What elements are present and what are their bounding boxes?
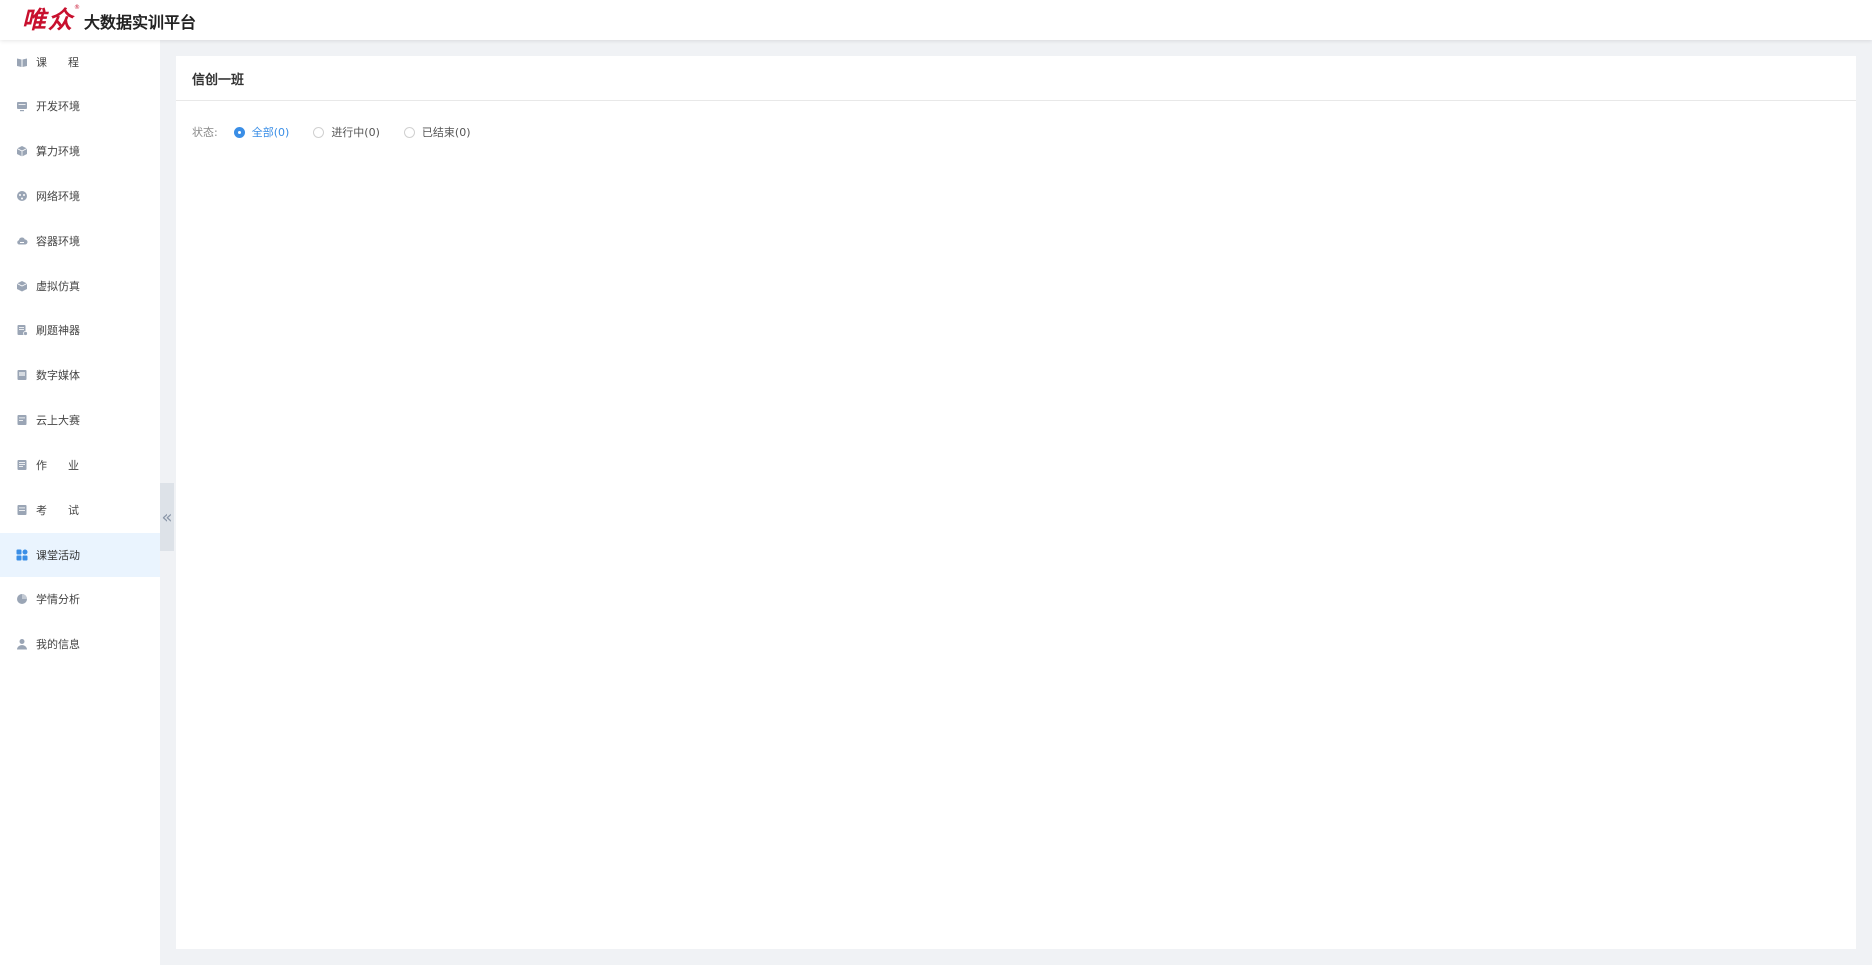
sidebar-item-label: 容器环境 [36, 235, 80, 248]
sidebar-item-courses[interactable]: 课程 [0, 40, 160, 84]
sidebar-item-simulation[interactable]: 虚拟仿真 [0, 264, 160, 308]
sidebar-item-dev-env[interactable]: 开发环境 [0, 84, 160, 128]
sidebar-item-label: 数字媒体 [36, 369, 80, 382]
sidebar-item-homework[interactable]: 作业 [0, 443, 160, 487]
sidebar-item-label: 我的信息 [36, 638, 80, 651]
box-icon [16, 280, 28, 292]
competition-icon [16, 414, 28, 426]
status-filter: 状态: 全部(0) 进行中(0) 已结束(0) [192, 122, 495, 142]
homework-icon [16, 459, 28, 471]
sidebar-item-label: 课程 [36, 56, 100, 69]
logo[interactable]: 唯众 ® 大数据实训平台 [22, 4, 197, 34]
sidebar-item-network-env[interactable]: 网络环境 [0, 174, 160, 218]
top-header: 唯众 ® 大数据实训平台 [0, 0, 1872, 40]
quiz-icon [16, 324, 28, 336]
sidebar-item-learning-analysis[interactable]: 学情分析 [0, 577, 160, 621]
status-radio-all[interactable]: 全部(0) [233, 124, 290, 140]
sidebar-item-label: 考试 [36, 504, 100, 517]
sidebar: 课程 开发环境 算力环境 网络环境 容器环境 虚拟仿真 刷题神器 数字媒体 云上… [0, 40, 160, 965]
network-icon [16, 190, 28, 202]
user-icon [16, 638, 28, 650]
double-chevron-left-icon: « [161, 506, 173, 528]
sidebar-item-digital-media[interactable]: 数字媒体 [0, 353, 160, 397]
radio-unchecked-icon [403, 126, 415, 138]
radio-label: 全部(0) [251, 126, 290, 139]
sidebar-collapse-button[interactable]: « [160, 483, 174, 551]
status-label: 状态: [192, 126, 218, 139]
sidebar-item-label: 学情分析 [36, 593, 80, 606]
sidebar-item-label: 虚拟仿真 [36, 280, 80, 293]
pie-chart-icon [16, 593, 28, 605]
main-card: 信创一班 状态: 全部(0) 进行中(0) 已结束(0) [176, 56, 1856, 949]
sidebar-item-container-env[interactable]: 容器环境 [0, 219, 160, 263]
grid-icon [16, 549, 28, 561]
sidebar-item-label: 课堂活动 [36, 549, 80, 562]
sidebar-item-label: 作业 [36, 459, 100, 472]
cloud-icon [16, 235, 28, 247]
sidebar-item-compute-env[interactable]: 算力环境 [0, 129, 160, 173]
monitor-icon [16, 100, 28, 112]
sidebar-item-class-activity[interactable]: 课堂活动 [0, 533, 160, 577]
app-title: 大数据实训平台 [84, 12, 197, 32]
sidebar-item-label: 开发环境 [36, 100, 80, 113]
sidebar-item-competition[interactable]: 云上大赛 [0, 398, 160, 442]
page-title: 信创一班 [192, 73, 245, 88]
radio-label: 已结束(0) [421, 126, 471, 139]
logo-brand: 唯众 [22, 4, 74, 34]
sidebar-item-label: 刷题神器 [36, 324, 80, 337]
cube-icon [16, 145, 28, 157]
status-radio-in-progress[interactable]: 进行中(0) [313, 124, 380, 140]
sidebar-item-label: 网络环境 [36, 190, 80, 203]
media-icon [16, 369, 28, 381]
divider [176, 100, 1856, 101]
status-radio-ended[interactable]: 已结束(0) [403, 124, 471, 140]
registered-mark: ® [74, 3, 80, 11]
radio-label: 进行中(0) [331, 126, 380, 139]
sidebar-item-label: 算力环境 [36, 145, 80, 158]
exam-icon [16, 504, 28, 516]
radio-unchecked-icon [313, 126, 325, 138]
sidebar-item-exam[interactable]: 考试 [0, 488, 160, 532]
sidebar-item-label: 云上大赛 [36, 414, 80, 427]
book-icon [16, 56, 28, 68]
sidebar-item-quiz[interactable]: 刷题神器 [0, 308, 160, 352]
sidebar-item-my-info[interactable]: 我的信息 [0, 622, 160, 666]
radio-checked-icon [233, 126, 245, 138]
